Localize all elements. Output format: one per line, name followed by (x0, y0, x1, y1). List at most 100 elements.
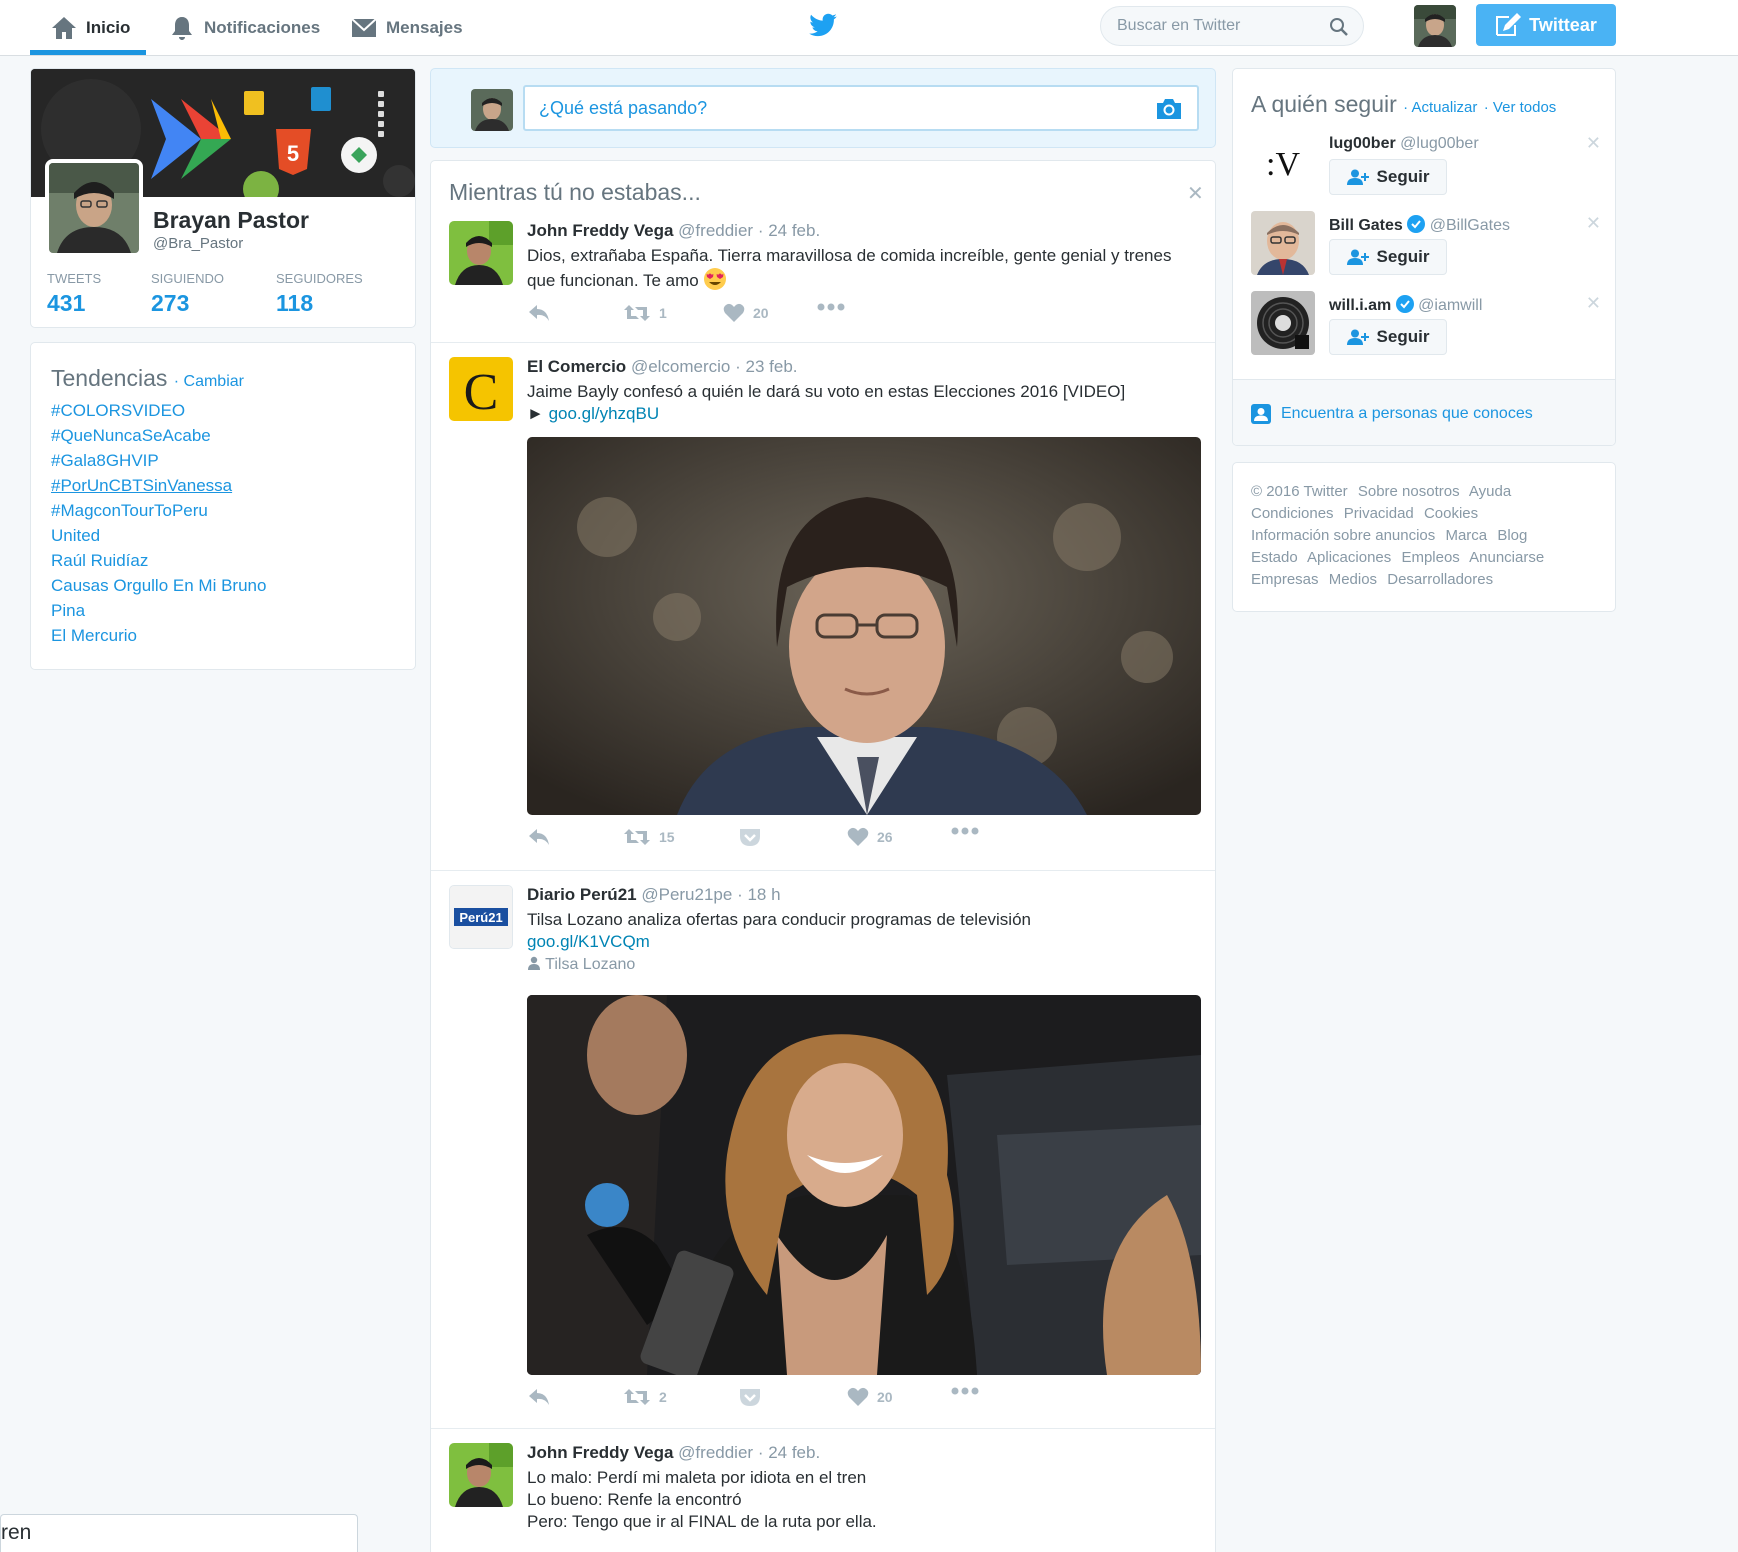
tweet[interactable]: Perú21 Diario Perú21 @Peru21pe · 18 h Ti… (431, 871, 1215, 1429)
tweet-link[interactable]: goo.gl/K1VCQm (527, 932, 650, 951)
trend-item[interactable]: #Gala8GHVIP (51, 448, 395, 473)
tweet-avatar[interactable] (449, 221, 513, 285)
tweet-avatar[interactable] (449, 1443, 513, 1507)
trend-item[interactable]: Raúl Ruidíaz (51, 548, 395, 573)
suggested-user-name-row[interactable]: lug00ber @lug00ber (1329, 135, 1479, 153)
user-avatar-menu[interactable] (1414, 5, 1456, 47)
search-input[interactable] (1117, 17, 1337, 35)
view-all-link[interactable]: · Ver todos (1484, 99, 1557, 116)
footer-link[interactable]: Información sobre anuncios (1251, 527, 1435, 544)
more-button[interactable] (817, 303, 845, 311)
footer-link[interactable]: Desarrolladores (1387, 571, 1493, 588)
tweet-button[interactable]: Twittear (1476, 4, 1616, 46)
profile-name[interactable]: Brayan Pastor (153, 207, 309, 234)
more-button[interactable] (951, 827, 979, 835)
tweet-author-name[interactable]: John Freddy Vega (527, 221, 673, 240)
tweet-author-handle[interactable]: @freddier (678, 221, 753, 240)
footer-link[interactable]: Privacidad (1344, 505, 1414, 522)
footer-link[interactable]: Aplicaciones (1307, 549, 1391, 566)
profile-handle[interactable]: @Bra_Pastor (153, 235, 243, 252)
dismiss-icon[interactable]: ✕ (1586, 293, 1601, 314)
like-button[interactable]: 26 (847, 827, 893, 847)
nav-home[interactable]: Inicio (50, 0, 130, 56)
trend-item[interactable]: El Mercurio (51, 623, 395, 648)
tweet-avatar[interactable]: C (449, 357, 513, 421)
nav-messages[interactable]: Mensajes (350, 0, 463, 56)
suggested-user-avatar[interactable] (1251, 291, 1315, 355)
trend-item[interactable]: #COLORSVIDEO (51, 398, 395, 423)
footer-link[interactable]: Marca (1445, 527, 1487, 544)
follow-button[interactable]: Seguir (1329, 159, 1447, 195)
tagged-user[interactable]: Tilsa Lozano (527, 956, 635, 973)
tweet[interactable]: John Freddy Vega @freddier · 24 feb. Dio… (431, 211, 1215, 343)
trend-item[interactable]: #PorUnCBTSinVanessa (51, 473, 395, 498)
refresh-link[interactable]: · Actualizar (1403, 99, 1477, 116)
tweet-media-image[interactable] (527, 995, 1201, 1375)
nav-notifications[interactable]: Notificaciones (168, 0, 320, 56)
find-people-link[interactable]: Encuentra a personas que conoces (1233, 379, 1615, 445)
tweet-media-image[interactable] (527, 437, 1201, 815)
tweet-timestamp[interactable]: · 18 h (737, 885, 780, 904)
tweet-author-handle[interactable]: @freddier (678, 1443, 753, 1462)
tweet-timestamp[interactable]: · 23 feb. (735, 357, 797, 376)
tweet[interactable]: C El Comercio @elcomercio · 23 feb. Jaim… (431, 343, 1215, 871)
pocket-button[interactable] (739, 827, 761, 847)
tweet-author-name[interactable]: El Comercio (527, 357, 626, 376)
suggested-user-name-row[interactable]: will.i.am @iamwill (1329, 295, 1482, 315)
footer-link[interactable]: Empleos (1401, 549, 1459, 566)
retweet-button[interactable]: 15 (623, 827, 675, 847)
trend-item[interactable]: Causas Orgullo En Mi Bruno (51, 573, 395, 598)
retweet-button[interactable]: 1 (623, 303, 667, 323)
dismiss-icon[interactable]: ✕ (1586, 213, 1601, 234)
camera-icon[interactable] (1155, 97, 1183, 121)
stat-label: SEGUIDORES (276, 271, 363, 286)
footer-link[interactable]: Medios (1329, 571, 1377, 588)
tweet-author-name[interactable]: Diario Perú21 (527, 885, 637, 904)
profile-avatar[interactable] (45, 159, 143, 257)
search-icon[interactable] (1329, 17, 1349, 37)
footer-link[interactable]: Ayuda (1469, 483, 1511, 500)
trend-item[interactable]: #QueNuncaSeAcabe (51, 423, 395, 448)
compose-input[interactable]: ¿Qué está pasando? (523, 85, 1199, 131)
tweet-timestamp[interactable]: · 24 feb. (758, 221, 820, 240)
footer-link[interactable]: Cookies (1424, 505, 1478, 522)
stat-tweets[interactable]: TWEETS 431 (47, 271, 101, 317)
retweet-button[interactable]: 2 (623, 1387, 667, 1407)
stat-followers[interactable]: SEGUIDORES 118 (276, 271, 363, 317)
twitter-bird-icon[interactable] (808, 10, 838, 40)
trends-change-link[interactable]: · Cambiar (174, 373, 244, 390)
follow-button[interactable]: Seguir (1329, 319, 1447, 355)
search-box[interactable] (1100, 6, 1364, 46)
footer-link[interactable]: Condiciones (1251, 505, 1334, 522)
trend-item[interactable]: United (51, 523, 395, 548)
like-button[interactable]: 20 (847, 1387, 893, 1407)
tweet[interactable]: John Freddy Vega @freddier · 24 feb. Lo … (431, 1429, 1215, 1552)
pocket-button[interactable] (739, 1387, 761, 1407)
close-icon[interactable]: ✕ (1187, 181, 1204, 206)
suggested-user-name-row[interactable]: Bill Gates @BillGates (1329, 215, 1510, 235)
footer-link[interactable]: Empresas (1251, 571, 1319, 588)
tweet-timestamp[interactable]: · 24 feb. (758, 1443, 820, 1462)
tweet-author-name[interactable]: John Freddy Vega (527, 1443, 673, 1462)
trend-item[interactable]: Pina (51, 598, 395, 623)
tweet-avatar[interactable]: Perú21 (449, 885, 513, 949)
dismiss-icon[interactable]: ✕ (1586, 133, 1601, 154)
footer-link[interactable]: Sobre nosotros (1358, 483, 1460, 500)
stat-following[interactable]: SIGUIENDO 273 (151, 271, 224, 317)
reply-button[interactable] (527, 1387, 551, 1407)
reply-button[interactable] (527, 303, 551, 323)
footer-link[interactable]: Estado (1251, 549, 1298, 566)
reply-button[interactable] (527, 827, 551, 847)
like-button[interactable]: 20 (723, 303, 769, 323)
tweet-link[interactable]: goo.gl/yhzqBU (549, 404, 660, 423)
tweet-author-handle[interactable]: @elcomercio (631, 357, 730, 376)
suggested-user-avatar[interactable] (1251, 211, 1315, 275)
footer-link[interactable]: Blog (1497, 527, 1527, 544)
message-dock-bar[interactable]: ren (0, 1514, 358, 1552)
tweet-author-handle[interactable]: @Peru21pe (641, 885, 732, 904)
footer-link[interactable]: Anunciarse (1469, 549, 1544, 566)
follow-button[interactable]: Seguir (1329, 239, 1447, 275)
suggested-user-avatar[interactable]: :V (1251, 131, 1315, 195)
more-button[interactable] (951, 1387, 979, 1395)
trend-item[interactable]: #MagconTourToPeru (51, 498, 395, 523)
